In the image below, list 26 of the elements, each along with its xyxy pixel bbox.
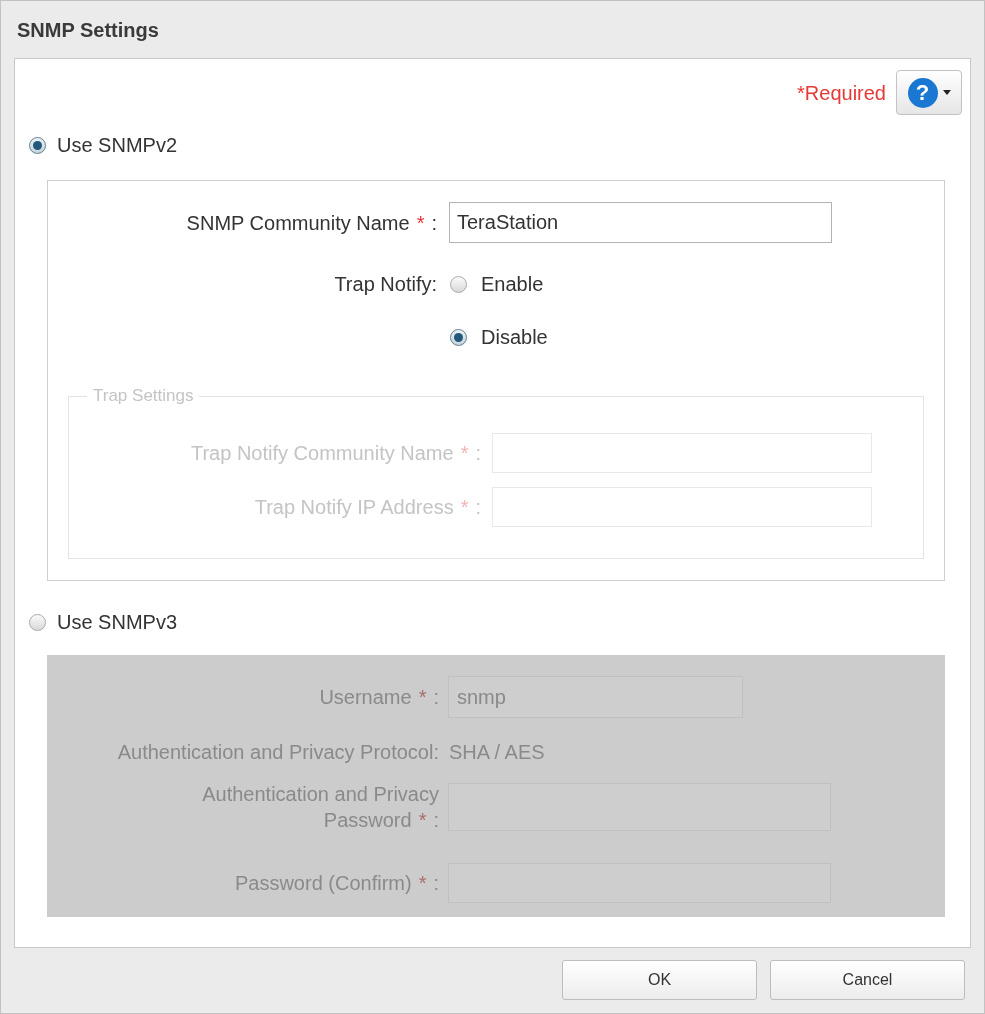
radio-button[interactable] [450, 328, 467, 346]
field-value: SHA / AES [449, 740, 545, 765]
option-label[interactable]: Disable [481, 325, 548, 349]
radio-button[interactable] [29, 613, 46, 631]
fieldset-legend: Trap Settings [87, 386, 200, 406]
radio-button[interactable] [450, 275, 467, 293]
field-label: Password (Confirm) * : [234, 871, 439, 896]
field-label: Authentication and Privacy Password * : [201, 782, 439, 833]
caret-icon [942, 90, 951, 95]
option-label[interactable]: Use SNMPv2 [57, 133, 178, 157]
help-button[interactable]: ? [896, 70, 962, 115]
required-note: *Required [797, 80, 886, 106]
window-title: SNMP Settings [17, 17, 159, 43]
help-icon: ? [907, 77, 938, 108]
field-label: Username * : [319, 685, 439, 710]
cancel-button[interactable]: Cancel [770, 960, 965, 1000]
field-label: Trap Notify IP Address * : [254, 495, 481, 520]
field-label: SNMP Community Name * : [186, 210, 437, 236]
field-label: Authentication and Privacy Protocol: [117, 740, 439, 765]
option-label[interactable]: Use SNMPv3 [57, 610, 178, 634]
option-label[interactable]: Enable [481, 272, 544, 296]
field-label: Trap Notify Community Name * : [191, 441, 481, 466]
radio-button[interactable] [29, 136, 46, 154]
ok-button[interactable]: OK [562, 960, 757, 1000]
text-field[interactable]: TeraStation [449, 202, 832, 243]
field-label: Trap Notify: [334, 272, 437, 297]
